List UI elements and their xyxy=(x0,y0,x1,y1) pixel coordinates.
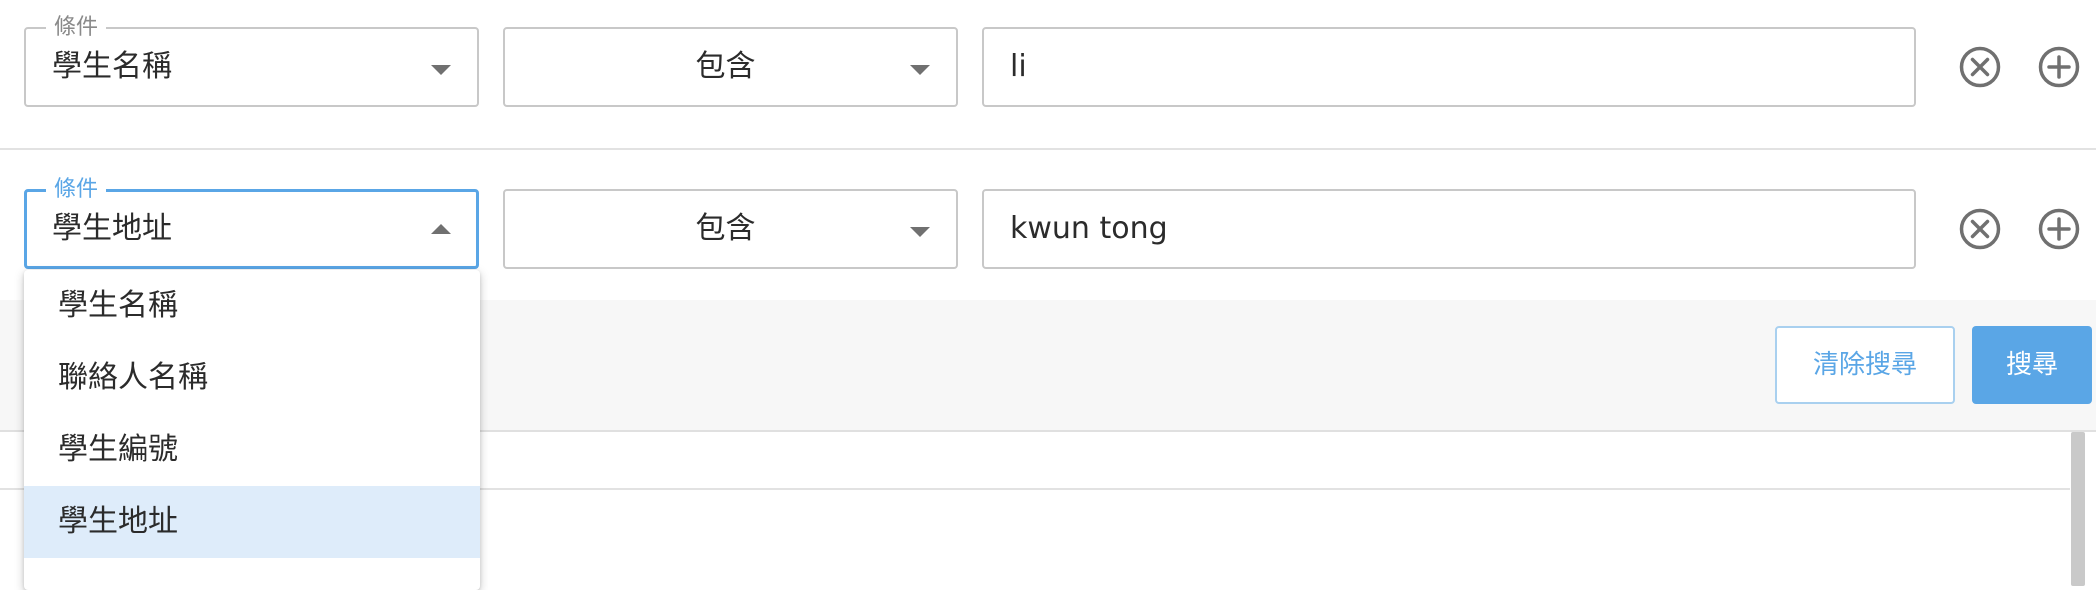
condition-field-select-1[interactable]: 條件 學生名稱 xyxy=(24,15,479,107)
operator-select-1[interactable]: 包含 xyxy=(503,27,958,107)
results-scrollbar[interactable] xyxy=(2071,432,2085,586)
operator-select-2[interactable]: 包含 xyxy=(503,189,958,269)
condition-field-value-1: 學生名稱 xyxy=(52,49,172,84)
condition-text-value-2: kwun tong xyxy=(1010,211,1168,246)
circle-plus-icon xyxy=(2038,46,2080,88)
condition-text-value-1: li xyxy=(1010,49,1027,84)
dropdown-option-contact-name[interactable]: 聯絡人名稱 xyxy=(24,342,480,414)
clear-search-button[interactable]: 清除搜尋 xyxy=(1775,326,1955,404)
operator-value-1: 包含 xyxy=(695,49,756,84)
dropdown-option-student-number[interactable]: 學生編號 xyxy=(24,414,480,486)
operator-value-2: 包含 xyxy=(695,211,756,246)
chevron-down-icon xyxy=(431,65,451,75)
chevron-down-icon xyxy=(910,227,930,237)
chevron-down-icon xyxy=(910,65,930,75)
circle-x-icon xyxy=(1959,46,2001,88)
condition-text-input-1[interactable]: li xyxy=(982,27,1916,107)
condition-field-dropdown-menu: 學生名稱 聯絡人名稱 學生編號 學生地址 xyxy=(24,270,480,590)
row-divider xyxy=(0,148,2096,150)
add-condition-button-2[interactable] xyxy=(2037,207,2081,251)
condition-field-select-2[interactable]: 條件 學生地址 xyxy=(24,177,479,269)
condition-text-input-2[interactable]: kwun tong xyxy=(982,189,1916,269)
circle-x-icon xyxy=(1959,208,2001,250)
remove-condition-button-2[interactable] xyxy=(1958,207,2002,251)
chevron-up-icon xyxy=(431,224,451,234)
condition-field-value-2: 學生地址 xyxy=(52,211,172,246)
dropdown-option-student-name[interactable]: 學生名稱 xyxy=(24,270,480,342)
circle-plus-icon xyxy=(2038,208,2080,250)
search-button[interactable]: 搜尋 xyxy=(1972,326,2092,404)
dropdown-option-student-address[interactable]: 學生地址 xyxy=(24,486,480,558)
remove-condition-button-1[interactable] xyxy=(1958,45,2002,89)
add-condition-button-1[interactable] xyxy=(2037,45,2081,89)
